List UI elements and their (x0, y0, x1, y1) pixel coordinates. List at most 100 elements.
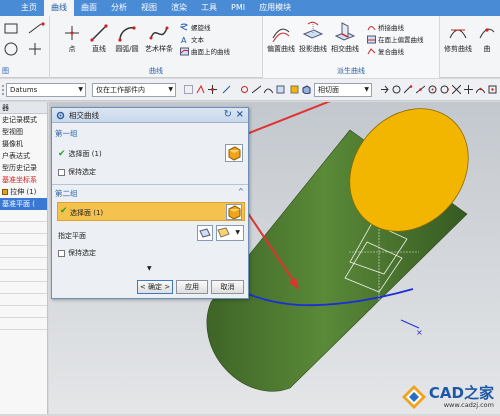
group2-select-face-button[interactable] (226, 204, 242, 220)
group2-keep-checkbox[interactable] (58, 249, 65, 257)
line-snap-icon[interactable] (252, 85, 261, 94)
expand-more-icon[interactable]: ▼ (147, 265, 152, 272)
offset-on-face-button[interactable]: 在面上偏置曲线 (367, 34, 424, 44)
group2-plane-label: 指定平面 (58, 232, 86, 240)
plane-type-icon (217, 227, 230, 238)
select-all-icon[interactable] (184, 85, 193, 94)
tangent-face-value: 相切面 (318, 86, 339, 94)
curve-on-surface-button[interactable]: 曲面上的曲线 (180, 46, 230, 56)
group1-title: 第一组 (55, 129, 78, 138)
selection-scope-dropdown[interactable]: 仅在工作部件内 ▼ (92, 83, 176, 97)
sketch-tools-icon[interactable] (3, 22, 47, 58)
type-filter-value: Datums (10, 86, 38, 94)
body-snap-icon[interactable] (290, 85, 299, 94)
intersection-curve-icon (334, 22, 356, 41)
navigator-row-label: 拉伸 (1) (10, 188, 37, 196)
point-button[interactable]: 点 (58, 22, 86, 54)
group1-keep-label: 保持选定 (68, 168, 96, 176)
ok-button[interactable]: < 确定 > (137, 280, 173, 294)
art-spline-button[interactable]: 艺术样条 (143, 22, 175, 54)
group1-header[interactable]: 第一组 (55, 128, 246, 139)
navigator-row-datum-csys[interactable]: 基准坐标系 (0, 174, 47, 186)
group2-plane-row[interactable]: 指定平面 (58, 231, 86, 241)
navigator-row-datum-plane[interactable]: 基准平面 ( (0, 198, 47, 210)
close-icon[interactable]: × (236, 109, 244, 120)
group2-keep-selected[interactable]: 保持选定 (58, 248, 96, 258)
menu-curve[interactable]: 曲线 (44, 0, 74, 16)
navigator-row-extrude[interactable]: 拉伸 (1) (0, 186, 47, 198)
edit-curve-button[interactable]: 曲 (476, 20, 498, 54)
menu-home[interactable]: 主页 (14, 0, 44, 16)
face-snap-icon[interactable] (276, 85, 285, 94)
navigator-row[interactable]: 型视图 (0, 126, 47, 138)
menu-pmi[interactable]: PMI (224, 0, 252, 16)
composite-curve-button[interactable]: 复合曲线 (367, 46, 404, 56)
vertex-snap-icon[interactable] (240, 85, 249, 94)
edge-snap-icon[interactable] (222, 85, 231, 94)
midpoint-icon[interactable] (416, 85, 425, 94)
gear-icon[interactable] (56, 111, 65, 120)
trim-curve-button[interactable]: 修剪曲线 (442, 20, 474, 54)
face-select-icon (228, 146, 241, 161)
group1-select-row[interactable]: ✔ 选择面 (1) (58, 149, 102, 159)
navigator-row[interactable]: 摄像机 (0, 138, 47, 150)
snap-icon[interactable] (392, 85, 401, 94)
point-on-curve-icon[interactable] (476, 85, 485, 94)
composite-curve-label: 复合曲线 (378, 48, 404, 56)
offset-curve-button[interactable]: 偏置曲线 (265, 20, 297, 54)
plane-type-dropdown[interactable]: ▼ (216, 225, 244, 241)
menu-render[interactable]: 渲染 (164, 0, 194, 16)
line-button[interactable]: 直线 (87, 22, 111, 54)
bridge-curve-button[interactable]: 桥接曲线 (367, 22, 404, 32)
svg-text:×: × (416, 328, 423, 337)
selection-scope-value: 仅在工作部件内 (96, 86, 145, 94)
project-curve-button[interactable]: 投影曲线 (297, 20, 329, 54)
arrow-icon[interactable] (380, 85, 389, 94)
group1-select-face-button[interactable] (225, 144, 243, 162)
snap-point-icon[interactable] (208, 85, 217, 94)
menu-view[interactable]: 视图 (134, 0, 164, 16)
solid-icon[interactable] (302, 85, 311, 94)
menu-surface[interactable]: 曲面 (74, 0, 104, 16)
quadrant-icon[interactable] (440, 85, 449, 94)
type-filter-dropdown[interactable]: Datums ▼ (6, 83, 86, 97)
endpoint-icon[interactable] (404, 85, 413, 94)
menu-applications[interactable]: 应用模块 (252, 0, 298, 16)
navigator-row[interactable]: 史记录模式 (0, 114, 47, 126)
group1-keep-checkbox[interactable] (58, 168, 65, 176)
helix-button[interactable]: 螺旋线 (180, 22, 211, 32)
reset-icon[interactable]: ↻ (224, 109, 232, 120)
cancel-button[interactable]: 取消 (211, 280, 244, 294)
navigator-empty-row (0, 234, 47, 246)
intersection-curve-button[interactable]: 相交曲线 (329, 20, 361, 54)
trim-curve-label: 修剪曲线 (444, 45, 472, 53)
tangent-face-dropdown[interactable]: 相切面 ▼ (314, 83, 372, 97)
menu-analysis[interactable]: 分析 (104, 0, 134, 16)
collapse-icon[interactable]: ^ (238, 187, 244, 196)
offset-curve-label: 偏置曲线 (267, 45, 295, 53)
plane-constructor-button[interactable] (197, 225, 213, 241)
intersection-point-icon[interactable] (452, 85, 461, 94)
text-button[interactable]: A 文本 (180, 34, 204, 45)
point-on-face-icon[interactable] (488, 85, 497, 94)
navigator-empty-row (0, 246, 47, 258)
offset-curve-icon (272, 28, 290, 43)
chevron-down-icon: ▼ (235, 229, 240, 236)
group1-keep-selected[interactable]: 保持选定 (58, 167, 96, 177)
group2-select-row[interactable]: ✔ 选择面 (1) (57, 202, 245, 221)
menu-tools[interactable]: 工具 (194, 0, 224, 16)
chevron-down-icon: ▼ (168, 86, 173, 93)
ribbon-group-draw: 图 (0, 16, 50, 78)
navigator-row[interactable]: 户表达式 (0, 150, 47, 162)
apply-button[interactable]: 应用 (176, 280, 208, 294)
selection-intent-icon[interactable] (196, 85, 205, 94)
line-label: 直线 (92, 45, 106, 53)
arc-button[interactable]: 圆弧/圆 (112, 22, 142, 54)
group2-header[interactable]: 第二组 ^ (55, 187, 246, 199)
existing-point-icon[interactable] (464, 85, 473, 94)
navigator-row[interactable]: 型历史记录 (0, 162, 47, 174)
dialog-title: 相交曲线 (69, 110, 99, 120)
center-icon[interactable] (428, 85, 437, 94)
composite-curve-icon (367, 47, 376, 54)
curve-snap-icon[interactable] (264, 85, 273, 94)
